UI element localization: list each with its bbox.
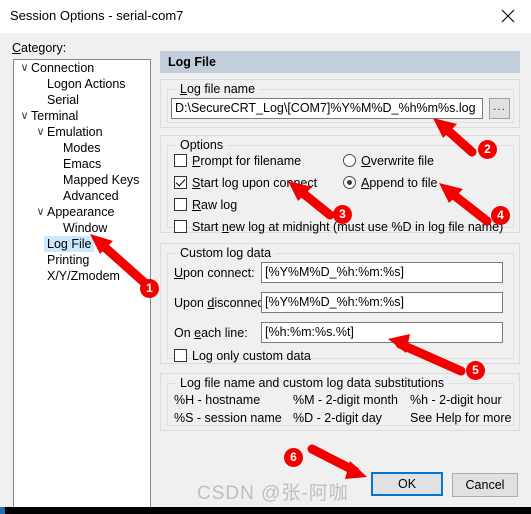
radio-label: Append to file — [361, 176, 438, 190]
checkbox-start-log-upon-connect[interactable]: Start log upon connect — [174, 176, 317, 191]
radio-box — [343, 176, 356, 189]
subs-session-name: %S - session name — [174, 411, 282, 425]
radio-overwrite-file[interactable]: Overwrite file — [343, 154, 434, 169]
substitutions-group-title: Log file name and custom log data substi… — [176, 376, 449, 390]
checkbox-label: Start new log at midnight (must use %D i… — [192, 220, 504, 234]
checkbox-label: Prompt for filename — [192, 154, 302, 168]
checkbox-prompt-for-filename[interactable]: Prompt for filename — [174, 154, 301, 169]
checkbox-box — [174, 154, 187, 167]
sidebar-item-logon-actions[interactable]: Logon Actions — [14, 76, 150, 92]
checkbox-box — [174, 349, 187, 362]
sidebar-item-label: Emulation — [47, 125, 103, 139]
checkbox-log-only-custom-data[interactable]: Log only custom data — [174, 349, 311, 364]
sidebar-item-appearance[interactable]: ∨ Appearance — [14, 204, 150, 220]
logfile-panel: Log file name D:\SecureCRT_Log\[COM7]%Y%… — [160, 79, 520, 128]
category-label: Category: — [12, 41, 67, 55]
sidebar-item-terminal[interactable]: ∨ Terminal — [14, 108, 150, 124]
settings-pane: Log File Log file name D:\SecureCRT_Log\… — [160, 51, 520, 449]
options-group-title: Options — [176, 138, 228, 152]
sidebar-item-label: Emacs — [63, 157, 102, 171]
checkbox-label: Raw log — [192, 198, 238, 212]
subs-month: %M - 2-digit month — [293, 393, 398, 407]
radio-label: Overwrite file — [361, 154, 434, 168]
radio-box — [343, 154, 356, 167]
checkbox-box — [174, 176, 187, 189]
checkbox-label: Start log upon connect — [192, 176, 318, 190]
logfile-group-title: Log file name — [176, 82, 260, 96]
sidebar-item-serial[interactable]: Serial — [14, 92, 150, 108]
title-bar: Session Options - serial-com7 — [0, 0, 531, 33]
sidebar-item-mapped-keys[interactable]: Mapped Keys — [14, 172, 150, 188]
chevron-down-icon[interactable]: ∨ — [34, 204, 47, 220]
sidebar-item-label: Printing — [47, 253, 90, 267]
sidebar-item-emulation[interactable]: ∨ Emulation — [14, 124, 150, 140]
sidebar-item-window[interactable]: Window — [14, 220, 150, 236]
checkbox-raw-log[interactable]: Raw log — [174, 198, 237, 213]
sidebar-item-printing[interactable]: Printing — [14, 252, 150, 268]
input-upon-connect[interactable]: [%Y%M%D_%h:%m:%s] — [261, 262, 503, 283]
label-upon-disconnect: Upon disconnect: — [174, 296, 271, 310]
bottom-strip-accent — [0, 507, 5, 514]
sidebar-item-modes[interactable]: Modes — [14, 140, 150, 156]
logfile-name-input[interactable]: D:\SecureCRT_Log\[COM7]%Y%M%D_%h%m%s.log — [171, 98, 483, 119]
dialog-body: Category: ∨ Connection Logon Actions Serial… — [0, 33, 531, 514]
substitutions-panel: Log file name and custom log data substi… — [160, 373, 520, 431]
sidebar-item-label: Mapped Keys — [63, 173, 140, 187]
sidebar-item-advanced[interactable]: Advanced — [14, 188, 150, 204]
category-tree[interactable]: ∨ Connection Logon Actions Serial ∨ Terminal ∨… — [13, 59, 151, 509]
custom-log-group-title: Custom log data — [176, 246, 276, 260]
ellipsis-icon[interactable]: ... — [489, 98, 510, 119]
sidebar-item-label: Advanced — [63, 189, 119, 203]
checkbox-box — [174, 198, 187, 211]
checkbox-box — [174, 220, 187, 233]
custom-log-panel: Custom log data Upon connect: [%Y%M%D_%h… — [160, 243, 520, 364]
page-title: Log File — [160, 51, 520, 73]
subs-hostname: %H - hostname — [174, 393, 261, 407]
subs-help: See Help for more — [410, 411, 512, 425]
sidebar-item-label: Log File — [44, 236, 95, 252]
sidebar-item-label: Logon Actions — [47, 77, 126, 91]
options-panel: Options Prompt for filename Start log up… — [160, 135, 520, 235]
sidebar-item-x-y-zmodem[interactable]: X/Y/Zmodem — [14, 268, 150, 284]
subs-day: %D - 2-digit day — [293, 411, 382, 425]
session-options-dialog: Session Options - serial-com7 Category: … — [0, 0, 531, 514]
label-upon-connect: Upon connect: — [174, 266, 255, 280]
chevron-down-icon[interactable]: ∨ — [18, 108, 31, 124]
ok-button[interactable]: OK — [371, 472, 443, 496]
chevron-down-icon[interactable]: ∨ — [34, 124, 47, 140]
radio-append-to-file[interactable]: Append to file — [343, 176, 437, 191]
label-on-each-line: On each line: — [174, 326, 248, 340]
chevron-down-icon[interactable]: ∨ — [18, 60, 31, 76]
subs-hour: %h - 2-digit hour — [410, 393, 502, 407]
sidebar-item-label: X/Y/Zmodem — [47, 269, 120, 283]
sidebar-item-log-file[interactable]: Log File — [14, 236, 150, 252]
bottom-strip — [0, 507, 531, 514]
sidebar-item-label: Modes — [63, 141, 101, 155]
sidebar-item-label: Serial — [47, 93, 79, 107]
input-upon-disconnect[interactable]: [%Y%M%D_%h:%m:%s] — [261, 292, 503, 313]
sidebar-item-connection[interactable]: ∨ Connection — [14, 60, 150, 76]
window-title: Session Options - serial-com7 — [10, 8, 184, 23]
checkbox-label: Log only custom data — [192, 349, 311, 363]
sidebar-item-emacs[interactable]: Emacs — [14, 156, 150, 172]
sidebar-item-label: Window — [63, 221, 108, 235]
sidebar-item-label: Terminal — [31, 109, 79, 123]
sidebar-item-label: Appearance — [47, 205, 115, 219]
cancel-button[interactable]: Cancel — [452, 473, 518, 497]
close-icon[interactable] — [485, 0, 531, 31]
checkbox-start-new-log-at-midnight[interactable]: Start new log at midnight (must use %D i… — [174, 220, 503, 235]
input-on-each-line[interactable]: [%h:%m:%s.%t] — [261, 322, 503, 343]
sidebar-item-label: Connection — [31, 61, 95, 75]
